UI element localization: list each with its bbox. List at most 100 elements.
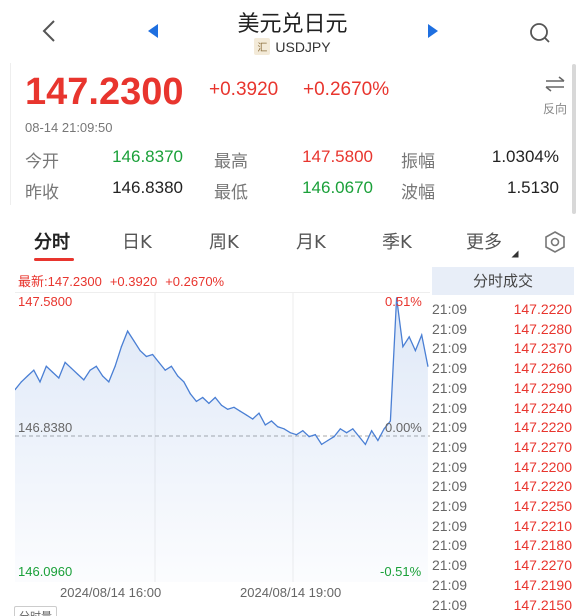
series-point: [371, 430, 373, 432]
y-axis-low-label: 146.0960: [18, 564, 73, 579]
symbol-code: USDJPY: [275, 39, 331, 55]
series-point: [114, 365, 116, 367]
series-point: [202, 396, 204, 399]
trade-price: 147.2200: [513, 458, 572, 475]
series-point: [283, 428, 285, 430]
tab-weekly-k[interactable]: 周K: [209, 228, 239, 254]
trade-price: 147.2220: [513, 478, 572, 495]
x-axis-date-1: 2024/08/14 16:00: [60, 585, 162, 600]
trade-row: 21:09 147.2180: [432, 537, 572, 557]
series-point: [152, 353, 154, 356]
tab-intraday[interactable]: 分时: [34, 228, 70, 254]
trade-price: 147.2210: [513, 517, 572, 534]
next-symbol-arrow-icon[interactable]: [428, 24, 438, 38]
symbol-subtitle: 汇 USDJPY: [0, 38, 585, 55]
trade-time: 21:09: [432, 419, 468, 436]
trade-price: 147.2180: [513, 537, 572, 554]
chart-latest-change: +0.3920: [109, 274, 158, 289]
series-point: [421, 334, 423, 336]
trade-row: 21:09 147.2220: [432, 478, 572, 498]
stat-value-open: 146.8370: [112, 147, 183, 166]
series-point: [164, 369, 166, 371]
trade-time: 21:09: [432, 340, 468, 357]
trade-price: 147.2190: [513, 576, 572, 593]
trade-time: 21:09: [432, 360, 468, 377]
trade-row: 21:09 147.2270: [432, 439, 572, 459]
x-axis-date-2: 2024/08/14 19:00: [240, 585, 342, 600]
series-point: [195, 400, 197, 402]
tab-daily-k[interactable]: 日K: [122, 228, 152, 254]
stat-label-low: 最低: [214, 183, 248, 203]
trade-row: 21:09 147.2200: [432, 459, 572, 479]
stat-value-low: 146.0670: [302, 178, 373, 197]
forex-tag: 汇: [254, 38, 271, 55]
trade-row: 21:09 147.2220: [432, 301, 572, 321]
series-point: [170, 365, 172, 367]
pct-axis-low-label: -0.51%: [380, 564, 422, 579]
tab-monthly-k[interactable]: 月K: [296, 228, 326, 254]
series-point: [308, 436, 310, 438]
scrollbar[interactable]: [572, 64, 576, 214]
series-point: [220, 404, 223, 406]
series-point: [133, 340, 135, 342]
series-point: [339, 428, 341, 430]
series-point: [414, 350, 416, 352]
series-point: [327, 439, 329, 442]
trades-panel-title[interactable]: 分时成交: [432, 267, 574, 295]
series-point: [346, 432, 348, 434]
trade-row: 21:09 147.2270: [432, 557, 572, 577]
series-point: [177, 375, 179, 377]
trade-time: 21:09: [432, 576, 468, 593]
trade-price: 147.2370: [513, 340, 572, 357]
series-point: [295, 434, 298, 436]
series-point: [427, 365, 429, 367]
top-nav-bar: 美元兑日元 汇 USDJPY: [0, 0, 585, 62]
series-area-fill: [15, 297, 428, 582]
trade-row: 21:09 147.2220: [432, 419, 572, 439]
quote-panel: 147.2300 +0.3920 +0.2670% 08-14 21:09:50…: [10, 63, 578, 205]
search-icon[interactable]: [528, 20, 552, 46]
stat-value-amplitude: 1.0304%: [491, 147, 559, 166]
series-point: [333, 436, 335, 438]
series-point: [145, 355, 147, 358]
stat-value-high: 147.5800: [302, 147, 373, 166]
trade-time: 21:09: [432, 320, 468, 337]
settings-icon[interactable]: [543, 230, 567, 254]
tab-quarterly-k[interactable]: 季K: [382, 228, 412, 254]
trade-price: 147.2150: [513, 596, 572, 613]
pct-axis-mid-label: 0.00%: [385, 420, 422, 435]
series-point: [51, 371, 54, 373]
stat-label-amplitude: 振幅: [401, 152, 435, 172]
series-point: [77, 373, 79, 375]
page-title: 美元兑日元: [237, 12, 348, 37]
chart-latest-info: 最新:147.2300 +0.3920 +0.2670%: [18, 271, 232, 290]
trade-price: 147.2220: [513, 419, 572, 436]
intraday-line-chart[interactable]: [15, 292, 430, 582]
series-point: [277, 426, 279, 428]
series-point: [89, 369, 91, 371]
trade-price: 147.2270: [513, 557, 572, 574]
trade-price: 147.2280: [513, 320, 572, 337]
trade-price: 147.2290: [513, 379, 572, 396]
series-point: [64, 361, 66, 363]
series-point: [264, 424, 266, 426]
trade-time: 21:09: [432, 557, 468, 574]
series-point: [208, 402, 210, 404]
series-point: [183, 381, 185, 383]
reverse-pair-button[interactable]: 反向: [535, 75, 575, 117]
series-point: [139, 350, 141, 352]
pct-axis-high-label: 0.51%: [385, 294, 422, 309]
trade-price: 147.2240: [513, 399, 572, 416]
tab-more[interactable]: 更多: [466, 228, 502, 254]
volume-tab[interactable]: 分时量: [14, 606, 57, 616]
series-point: [402, 346, 404, 348]
series-point: [158, 361, 160, 363]
series-point: [227, 408, 229, 410]
chart-latest-change-pct: +0.2670%: [165, 274, 225, 289]
series-point: [245, 414, 248, 416]
series-point: [20, 381, 22, 383]
trade-row: 21:09 147.2260: [432, 360, 572, 380]
trade-time: 21:09: [432, 596, 468, 613]
trade-price: 147.2260: [513, 360, 572, 377]
trade-row: 21:09 147.2240: [432, 400, 572, 420]
